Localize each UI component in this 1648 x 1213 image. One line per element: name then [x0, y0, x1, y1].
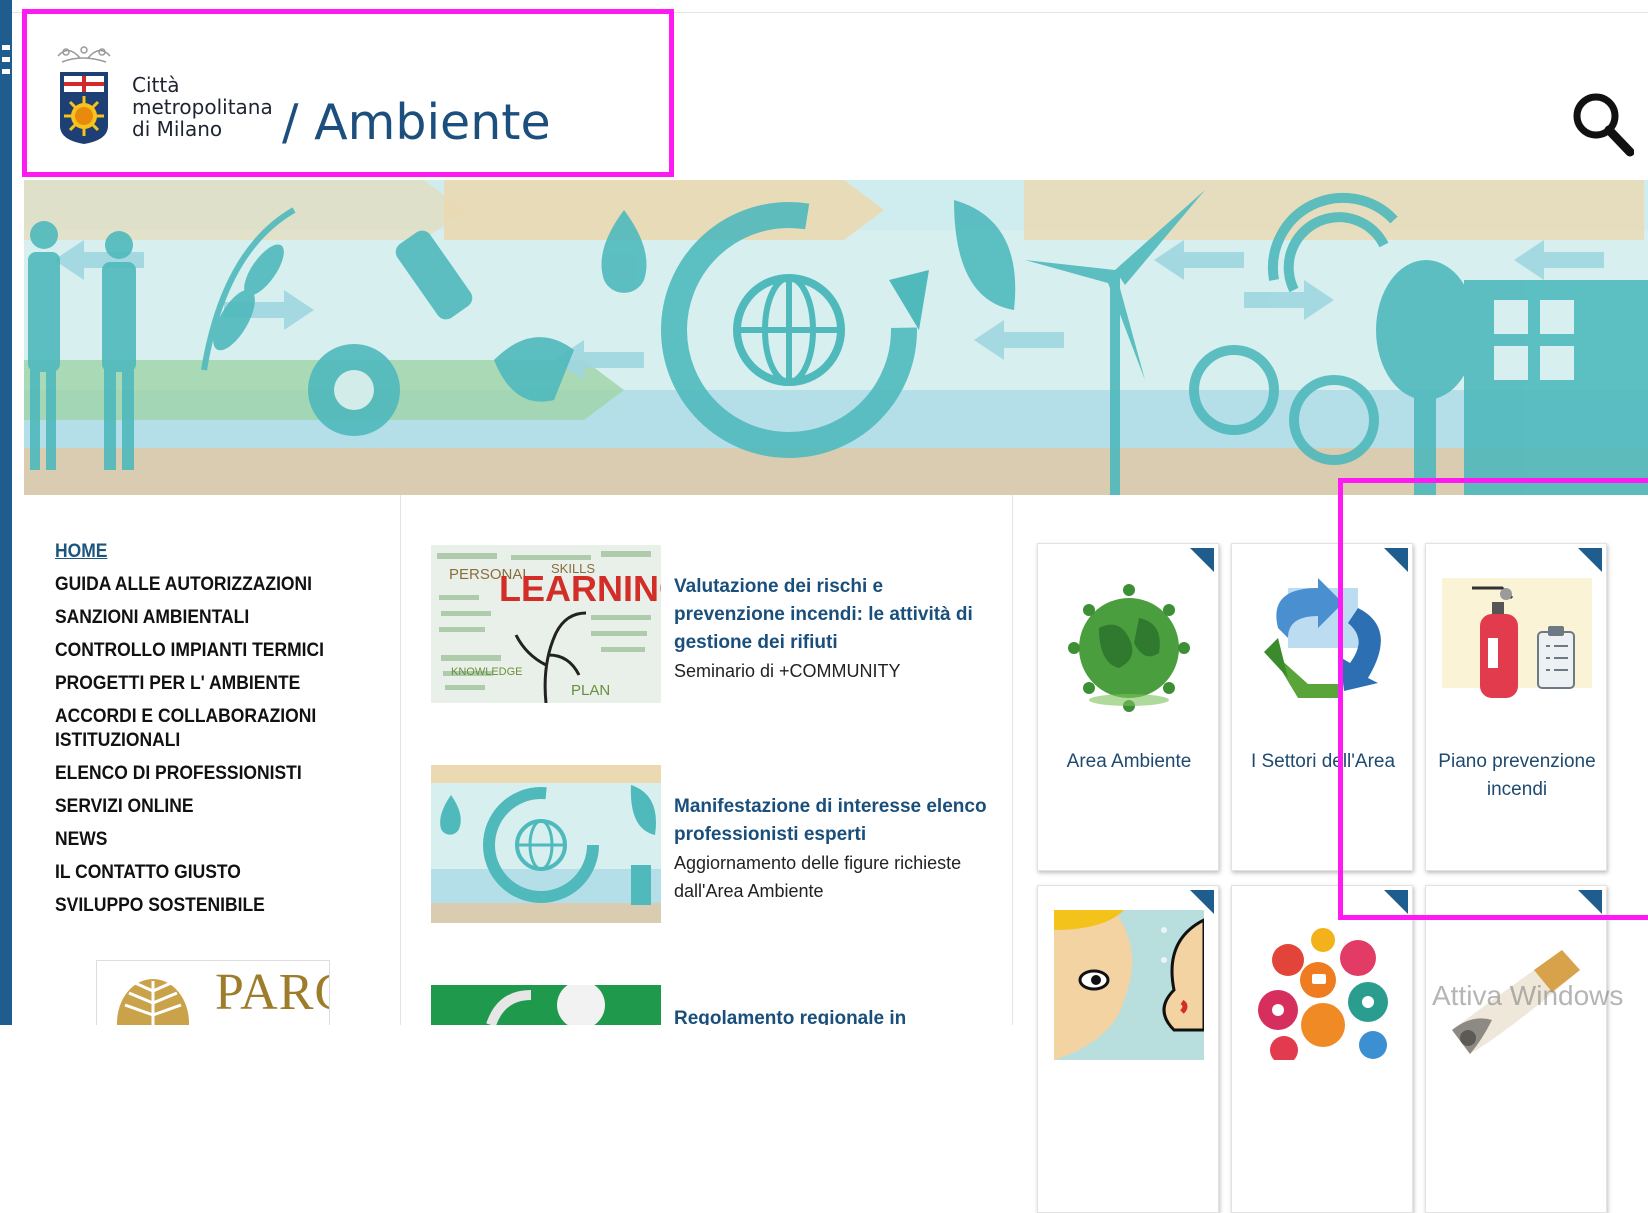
parco-text: PARCO [215, 964, 329, 1021]
nav-item-progetti-ambiente[interactable]: PROGETTI PER L' AMBIENTE [55, 672, 349, 696]
nav-item-home[interactable]: HOME [55, 540, 349, 564]
windows-activation-watermark: Attiva Windows [1432, 980, 1624, 1011]
recycle-icon [1264, 578, 1381, 698]
thumb-word: LEARNING [499, 568, 661, 609]
card-piano-prevenzione-incendi[interactable]: Piano prevenzione incendi [1425, 543, 1607, 871]
card-area-ambiente[interactable]: Area Ambiente [1037, 543, 1219, 871]
nav-item-accordi-collaborazioni[interactable]: ACCORDI E COLLABORAZIONI ISTITUZIONALI [55, 705, 349, 753]
news-thumbnail-learning[interactable]: PERSONAL SKILLS LEARNING KNOWLEDGE PLAN [431, 545, 661, 703]
svg-text:KNOWLEDGE: KNOWLEDGE [451, 666, 523, 678]
fire-extinguisher-icon [1442, 578, 1592, 698]
nav-item-controllo-impianti[interactable]: CONTROLLO IMPIANTI TERMICI [55, 639, 349, 663]
news-thumbnail-environment[interactable] [431, 765, 661, 923]
left-edge-strip [0, 0, 12, 1025]
nav-item-sviluppo-sostenibile[interactable]: SVILUPPO SOSTENIBILE [55, 894, 349, 918]
left-navigation: HOME GUIDA ALLE AUTORIZZAZIONI SANZIONI … [55, 540, 375, 927]
card-label[interactable]: Area Ambiente [1038, 748, 1218, 776]
learning-wordcloud-image: PERSONAL SKILLS LEARNING KNOWLEDGE PLAN [431, 545, 661, 703]
nav-item-guida-autorizzazioni[interactable]: GUIDA ALLE AUTORIZZAZIONI [55, 573, 349, 597]
news-item[interactable]: Regolamento regionale in [431, 985, 991, 1025]
environment-thumbnail-image [431, 765, 661, 923]
nav-item-news[interactable]: NEWS [55, 828, 349, 852]
news-title-text[interactable]: Regolamento regionale in [674, 1008, 906, 1025]
globe-icon [1068, 584, 1190, 712]
social-bubbles-icon [1258, 928, 1388, 1060]
card-label[interactable]: Piano prevenzione incendi [1426, 748, 1606, 804]
nav-item-elenco-professionisti[interactable]: ELENCO DI PROFESSIONISTI [55, 762, 349, 786]
column-divider [1012, 495, 1013, 1025]
news-title[interactable]: Regolamento regionale in [674, 1005, 991, 1025]
environment-banner-illustration [24, 180, 1648, 495]
news-title-text[interactable]: Manifestazione di interesse elenco profe… [674, 796, 987, 845]
card-label[interactable]: I Settori dell'Area [1232, 748, 1412, 776]
news-thumbnail-green[interactable] [431, 985, 661, 1025]
logo-line: Città [132, 73, 180, 97]
parco-logo-banner[interactable]: PARCO [96, 960, 330, 1025]
logo-line: metropolitana [132, 95, 273, 119]
news-title[interactable]: Manifestazione di interesse elenco profe… [674, 793, 994, 905]
card-comic[interactable] [1037, 885, 1219, 1213]
svg-text:PLAN: PLAN [571, 682, 610, 699]
news-subtitle: Aggiornamento delle figure richieste dal… [674, 853, 962, 901]
card-cigarette[interactable] [1425, 885, 1607, 1213]
site-header: Città metropolitana di Milano / Ambiente [24, 10, 674, 178]
card-social[interactable] [1231, 885, 1413, 1213]
column-divider [400, 495, 401, 1025]
news-item[interactable]: Manifestazione di interesse elenco profe… [431, 765, 991, 925]
news-title[interactable]: Valutazione dei rischi e prevenzione inc… [674, 573, 994, 685]
logo-line: di Milano [132, 117, 223, 141]
nav-item-contatto-giusto[interactable]: IL CONTATTO GIUSTO [55, 861, 349, 885]
news-title-text[interactable]: Valutazione dei rischi e prevenzione inc… [674, 576, 973, 653]
page-title[interactable]: / Ambiente [282, 94, 551, 151]
news-subtitle: Seminario di +COMMUNITY [674, 661, 901, 681]
logo-text[interactable]: Città metropolitana di Milano [132, 74, 292, 140]
menu-handle-icon[interactable] [2, 45, 10, 80]
comic-face-icon [1054, 910, 1204, 1060]
coat-of-arms-icon [57, 46, 111, 144]
nav-item-sanzioni-ambientali[interactable]: SANZIONI AMBIENTALI [55, 606, 349, 630]
card-settori-area[interactable]: I Settori dell'Area [1231, 543, 1413, 871]
search-icon[interactable] [1570, 88, 1634, 158]
leaf-logo-icon [117, 979, 189, 1025]
hero-banner [24, 180, 1648, 495]
nav-item-servizi-online[interactable]: SERVIZI ONLINE [55, 795, 349, 819]
news-item[interactable]: PERSONAL SKILLS LEARNING KNOWLEDGE PLAN … [431, 545, 991, 705]
green-thumbnail-image [431, 985, 661, 1025]
